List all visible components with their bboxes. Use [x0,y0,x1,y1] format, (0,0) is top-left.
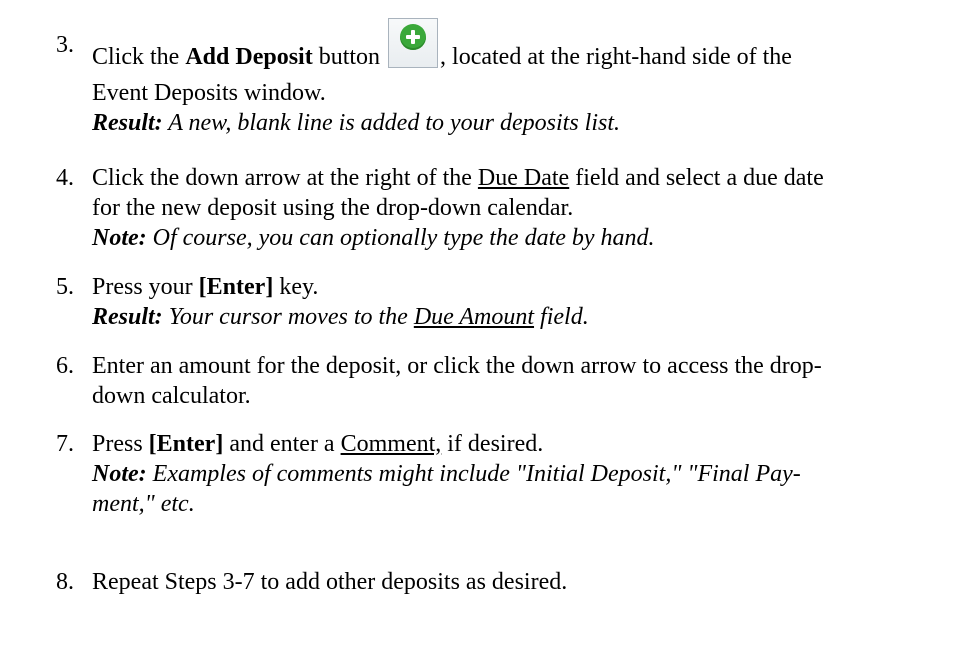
step-4-line-1: Click the down arrow at the right of the… [92,165,824,191]
step-3-line-2: Event Deposits window. [92,80,326,106]
step-7-line-1: Press [Enter] and enter a Comment, if de… [92,431,544,457]
step-number: 3. [56,32,74,58]
add-circle-green-icon [388,18,439,68]
step-number: 5. [56,274,74,300]
comment-field-name: Comment, [340,431,442,457]
step-6-line-1: Enter an amount for the deposit, or clic… [92,353,822,379]
step-number: 4. [56,165,74,191]
step-7-note-line-2: ment," etc. [92,491,195,517]
step-3-result: Result: A new, blank line is added to yo… [92,110,620,136]
step-number: 6. [56,353,74,379]
due-amount-field-name: Due Amount [413,304,535,330]
step-number: 7. [56,431,74,457]
step-5-line-1: Press your [Enter] key. [92,274,319,300]
step-7-note-line-1: Note: Examples of comments might include… [92,461,801,487]
due-date-field-name: Due Date [477,165,570,191]
step-3-line-1: Click the Add Deposit button , located a… [92,18,956,78]
step-5-result: Result: Your cursor moves to the Due Amo… [92,304,589,330]
step-4-note: Note: Of course, you can optionally type… [92,225,655,251]
add-deposit-label: Add Deposit [185,44,313,70]
step-6-line-2: down calculator. [92,383,251,409]
step-number: 8. [56,569,74,595]
step-8-line-1: Repeat Steps 3-7 to add other deposits a… [92,569,568,595]
step-4-line-2: for the new deposit using the drop-down … [92,195,574,221]
